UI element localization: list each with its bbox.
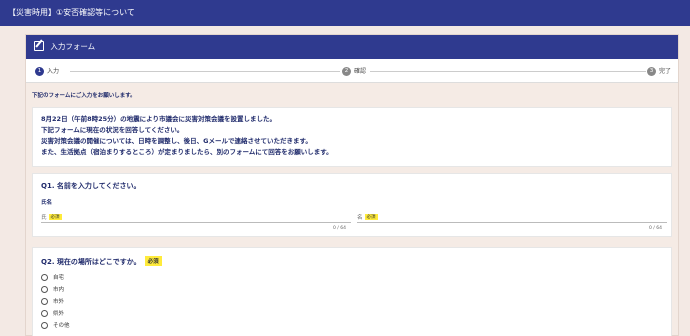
last-name-placeholder: 氏 [41, 215, 47, 221]
form-instruction: 下記のフォームにご入力をお願いします。 [32, 93, 136, 99]
question-title: Q1. 名前を入力してください。 [41, 182, 141, 190]
required-badge: 必須 [48, 214, 62, 220]
radio-button[interactable] [41, 298, 48, 305]
step-label: 完了 [659, 68, 672, 75]
form-title: 入力フォーム [50, 42, 96, 51]
form-header: 入力フォーム [26, 35, 678, 59]
last-name-field[interactable]: 氏必須 [41, 213, 351, 223]
option-label: その他 [53, 323, 70, 329]
step-label: 確認 [354, 68, 367, 75]
step-number: 2 [342, 67, 351, 76]
first-name-field[interactable]: 名必須 [357, 213, 667, 223]
step-confirm: 2 確認 [342, 66, 366, 76]
step-label: 入力 [47, 68, 60, 75]
required-badge: 必須 [364, 214, 378, 220]
first-name-placeholder: 名 [357, 215, 363, 221]
notice-line: 8月22日（午前8時25分）の地震により市議会に災害対策会議を設置しました。 [41, 115, 277, 123]
step-connector [370, 71, 646, 72]
app-header: 【災害時用】①安否確認等について [0, 0, 690, 26]
form-panel: 入力フォーム 1 入力 2 確認 3 完了 下記のフォームにご入力をお願いします。 8… [25, 34, 679, 336]
option-in-city[interactable]: 市内 [41, 285, 64, 293]
question-title: Q2. 現在の場所はどこですか。 必須 [41, 256, 162, 267]
option-out-of-prefecture[interactable]: 県外 [41, 309, 64, 317]
step-complete: 3 完了 [647, 66, 671, 76]
radio-button[interactable] [41, 322, 48, 329]
required-badge: 必須 [144, 256, 162, 266]
name-label: 氏名 [41, 200, 53, 206]
option-label: 市外 [53, 299, 65, 305]
page-title: 【災害時用】①安否確認等について [8, 8, 135, 17]
step-connector [70, 71, 340, 72]
option-label: 県外 [53, 311, 65, 317]
step-input: 1 入力 [35, 66, 59, 76]
first-name-char-count: 0 / 64 [649, 226, 662, 231]
radio-button[interactable] [41, 274, 48, 281]
radio-button[interactable] [41, 310, 48, 317]
step-number: 3 [647, 67, 656, 76]
last-name-char-count: 0 / 64 [333, 226, 346, 231]
option-label: 自宅 [53, 275, 65, 281]
option-label: 市内 [53, 287, 65, 293]
notice-line: 下記フォームに現在の状況を回答してください。 [41, 126, 184, 134]
option-out-of-city[interactable]: 市外 [41, 297, 64, 305]
notice-message: 8月22日（午前8時25分）の地震により市議会に災害対策会議を設置しました。 下… [32, 107, 672, 167]
question-location: Q2. 現在の場所はどこですか。 必須 自宅 市内 市外 県外 その他 [32, 247, 672, 336]
progress-steps: 1 入力 2 確認 3 完了 [26, 59, 678, 83]
notice-line: また、生活拠点（宿泊まりするところ）が定まりましたら、別のフォームにて回答をお願… [41, 148, 333, 156]
option-home[interactable]: 自宅 [41, 273, 64, 281]
notice-line: 災害対策会議の開催については、日時を調整し、後日、Gメールで連絡させていただきま… [41, 137, 312, 145]
step-number: 1 [35, 67, 44, 76]
radio-button[interactable] [41, 286, 48, 293]
question-name: Q1. 名前を入力してください。 氏名 氏必須 0 / 64 名必須 0 / 6… [32, 173, 672, 237]
option-other[interactable]: その他 [41, 321, 70, 329]
question-text: Q2. 現在の場所はどこですか。 [41, 258, 141, 266]
edit-icon [34, 41, 44, 51]
